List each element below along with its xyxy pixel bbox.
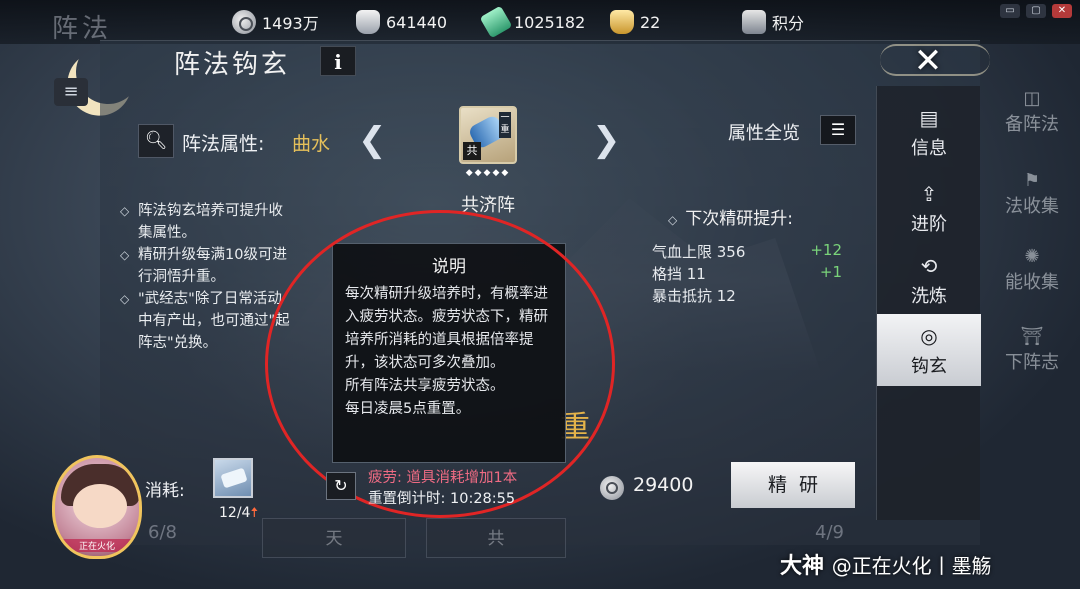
info-button[interactable]: i	[320, 46, 356, 76]
stat-increase: +1	[819, 263, 842, 281]
avatar-label: 正在火化	[55, 539, 139, 552]
jade-icon	[479, 5, 513, 39]
silver-ingot-icon	[356, 10, 380, 34]
background-tab: ✺ 能收集	[984, 244, 1080, 304]
description-item: 阵法钩玄培养可提升收集属性。	[120, 200, 290, 244]
window-close-button[interactable]: ✕	[1052, 4, 1072, 18]
avatar-face	[73, 484, 127, 528]
resource-bar: 阵法 1493万 641440 1025182 22 积分 ▭ ▢ ✕	[0, 0, 1080, 44]
tab-label: 信息	[911, 138, 947, 159]
background-tab-label: 备阵法	[1005, 114, 1059, 135]
tab-refresh[interactable]: ⟲ 洗炼	[877, 244, 981, 316]
cost-value: 29400	[633, 474, 694, 496]
watermark-brand: 大神	[780, 554, 825, 579]
gate-icon: ⛩	[1020, 326, 1044, 347]
stat-increase: +12	[810, 241, 842, 259]
stat-name: 气血上限 356	[652, 243, 746, 261]
consume-label: 消耗:	[145, 481, 185, 501]
flag-icon: ⚑	[1023, 170, 1041, 191]
tab-label: 进阶	[911, 214, 947, 235]
background-tab-label: 能收集	[1005, 272, 1059, 293]
stat-name: 格挡 11	[652, 265, 706, 283]
resource-silver-coin: 1493万	[232, 9, 319, 35]
background-button: 共	[426, 518, 566, 558]
fatigue-text: 疲劳: 道具消耗增加1本	[368, 470, 518, 486]
points-badge-icon	[742, 10, 766, 34]
watermark-text: @正在火化丨墨觞	[831, 554, 992, 578]
next-formation-chevron-icon[interactable]: ❯	[592, 120, 621, 160]
watermark: 大神 @正在火化丨墨觞	[780, 548, 992, 580]
background-list-icon: ≡	[54, 78, 88, 106]
background-page-count: 6/8	[148, 522, 177, 543]
background-tab: ⚑ 法收集	[984, 168, 1080, 228]
background-page-count: 4/9	[815, 522, 844, 543]
resource-points[interactable]: 积分	[742, 9, 804, 35]
fatigue-refresh-icon[interactable]: ↻	[326, 472, 356, 500]
consume-count-value: 12/4	[219, 505, 251, 521]
attribute-overview-list-icon[interactable]: ☰	[820, 115, 856, 145]
formation-stars: ◆◆◆◆◆	[465, 168, 511, 178]
attribute-label: 阵法属性:	[182, 133, 265, 155]
description-item: "武经志"除了日常活动中有产出，也可通过"起阵志"兑换。	[120, 288, 290, 354]
tab-label: 钩玄	[911, 356, 947, 377]
consume-item-icon[interactable]	[213, 458, 253, 498]
page-title: 阵法钩玄	[174, 50, 291, 80]
advance-icon: ⇪	[920, 182, 938, 206]
silver-coin-icon	[600, 476, 624, 500]
resource-silver-ingot: 641440	[356, 9, 447, 35]
refresh-icon: ⟲	[920, 254, 938, 278]
background-tab: ⛩ 下阵志	[984, 324, 1080, 384]
tab-label: 洗炼	[911, 286, 947, 307]
consume-count: 12/4🠅	[219, 502, 258, 526]
stat-row: 气血上限 356 +12	[652, 241, 842, 262]
attribute-search-icon[interactable]: 🔍︎	[138, 124, 174, 158]
resource-gold-ingot: 22	[610, 9, 660, 35]
side-tabs: ▤ 信息 ⇪ 进阶 ⟲ 洗炼 ◎ 钩玄	[876, 86, 981, 520]
close-button[interactable]: ✕	[906, 40, 950, 84]
increase-arrow-icon: 🠅	[250, 505, 259, 521]
attribute-value: 曲水	[292, 133, 331, 155]
avatar[interactable]: 正在火化	[52, 455, 142, 559]
resource-value: 积分	[772, 14, 805, 33]
prepare-icon: ◫	[1023, 88, 1041, 109]
tab-info[interactable]: ▤ 信息	[877, 96, 981, 168]
minimize-button[interactable]: ▭	[1000, 4, 1020, 18]
formation-badge: 共	[463, 142, 481, 160]
background-tab: ◫ 备阵法	[984, 86, 1080, 146]
background-tab-label: 法收集	[1005, 196, 1059, 217]
flame-icon: ✺	[1024, 246, 1040, 267]
refine-button[interactable]: 精研	[731, 462, 855, 508]
window-controls: ▭ ▢ ✕	[1000, 4, 1072, 18]
tab-gouxuan[interactable]: ◎ 钩玄	[877, 314, 981, 386]
reset-countdown: 重置倒计时: 10:28:55	[368, 491, 516, 507]
yinyang-icon: ◎	[920, 324, 938, 348]
gold-ingot-icon	[610, 10, 634, 34]
description-list: 阵法钩玄培养可提升收集属性。 精研升级每满10级可进行洞悟升重。 "武经志"除了…	[120, 200, 290, 354]
attribute-overview-label: 属性全览	[728, 123, 800, 144]
resource-value: 641440	[386, 12, 448, 32]
silver-coin-icon	[232, 10, 256, 34]
background-tab-label: 下阵志	[1005, 352, 1059, 373]
stat-row: 暴击抵抗 12	[652, 285, 842, 306]
resource-jade: 1025182	[479, 5, 586, 39]
formation-tier-tag: 一重	[499, 112, 511, 138]
scroll-info-icon: ▤	[919, 106, 939, 130]
description-item: 精研升级每满10级可进行洞悟升重。	[120, 244, 290, 288]
stat-row: 格挡 11 +1	[652, 263, 842, 284]
next-refine-title: 下次精研提升:	[668, 204, 793, 229]
resource-value: 1025182	[514, 12, 586, 32]
previous-formation-chevron-icon[interactable]: ❮	[358, 120, 387, 160]
formation-icon[interactable]: 一重 共	[459, 106, 517, 164]
tab-advance[interactable]: ⇪ 进阶	[877, 172, 981, 244]
resource-value: 22	[640, 12, 661, 32]
background-button: 天	[262, 518, 406, 558]
resource-value: 1493万	[262, 14, 319, 33]
stat-name: 暴击抵抗 12	[652, 287, 736, 305]
maximize-button[interactable]: ▢	[1026, 4, 1046, 18]
